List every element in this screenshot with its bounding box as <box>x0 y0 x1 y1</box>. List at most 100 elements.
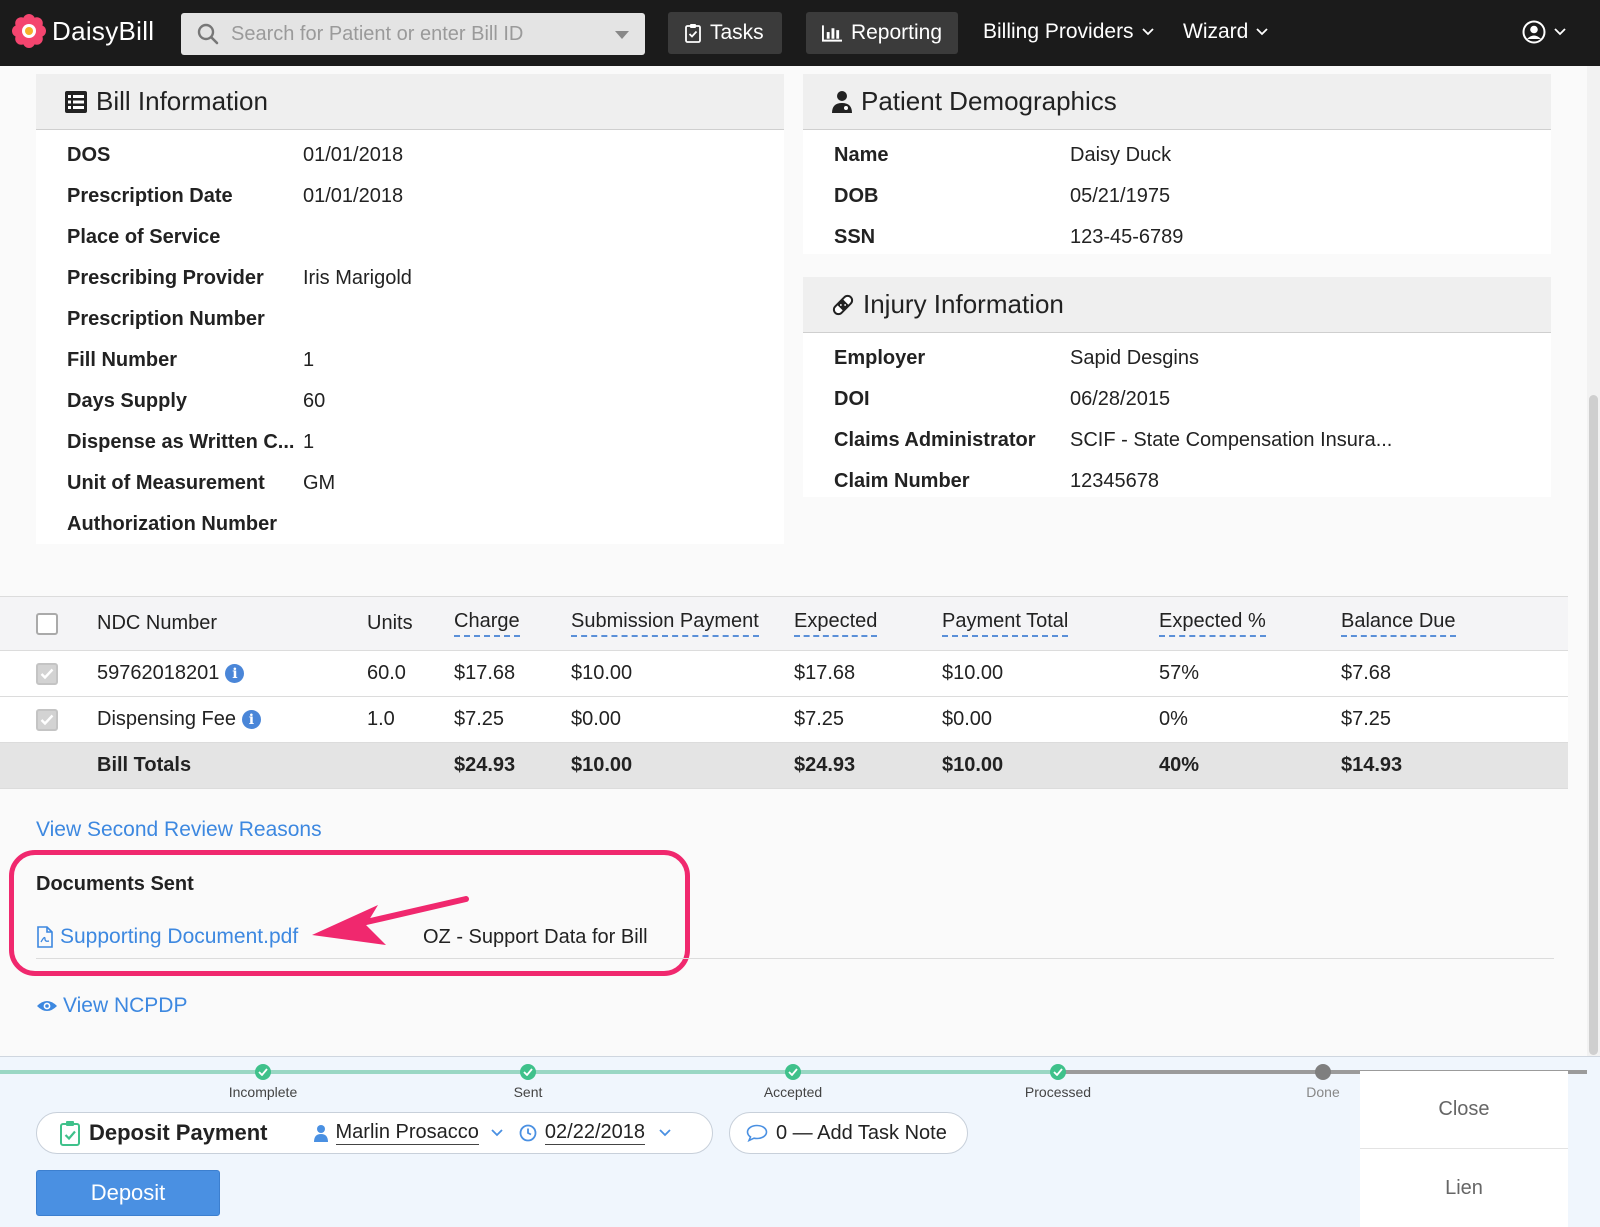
search-input[interactable] <box>231 22 601 46</box>
comment-icon <box>746 1124 768 1142</box>
reporting-button[interactable]: Reporting <box>806 12 958 54</box>
tasks-button[interactable]: Tasks <box>668 12 782 54</box>
panel-title: Patient Demographics <box>861 86 1117 116</box>
payment-total-cell: $10.00 <box>942 662 1004 684</box>
user-md-icon <box>832 90 852 113</box>
header-units[interactable]: Units <box>367 597 413 650</box>
panel-title: Bill Information <box>96 86 268 116</box>
header-payment-total[interactable]: Payment Total <box>942 597 1069 650</box>
units-cell: 1.0 <box>367 708 395 730</box>
bandage-icon <box>832 294 854 315</box>
view-ncpdp-link[interactable]: View NCPDP <box>36 994 187 1018</box>
info-row: Dispense as Written C... 1 <box>36 422 784 463</box>
check-circle-icon <box>520 1064 536 1080</box>
field-value: 123-45-6789 <box>1070 226 1184 248</box>
field-label: Prescription Number <box>67 308 265 330</box>
caret-down-icon[interactable] <box>615 31 629 39</box>
brand-logo[interactable]: DaisyBill <box>12 14 154 48</box>
info-row: Claims Administrator SCIF - State Compens… <box>803 420 1551 461</box>
daisy-flower-icon <box>12 14 46 48</box>
field-label: DOS <box>67 144 111 166</box>
info-row: Name Daisy Duck <box>803 135 1551 176</box>
documents-sent-heading: Documents Sent <box>36 873 194 895</box>
close-button[interactable]: Close <box>1360 1071 1568 1149</box>
document-link[interactable]: Supporting Document.pdf <box>36 925 298 949</box>
info-row: SSN 123-45-6789 <box>803 217 1551 258</box>
bill-information-panel: Bill Information DOS 01/01/2018 Prescript… <box>36 74 784 544</box>
panel-header: Bill Information <box>36 74 784 130</box>
search-box[interactable] <box>181 13 645 55</box>
total-balance: $14.93 <box>1341 754 1403 776</box>
step-label: Incomplete <box>228 1084 298 1100</box>
info-row: DOS 01/01/2018 <box>36 135 784 176</box>
wizard-menu[interactable]: Wizard <box>1183 20 1268 44</box>
lien-button[interactable]: Lien <box>1360 1149 1568 1227</box>
view-second-review-link[interactable]: View Second Review Reasons <box>36 818 322 842</box>
scrollbar-thumb[interactable] <box>1589 395 1598 1055</box>
expected-cell: $17.68 <box>794 662 856 684</box>
field-label: SSN <box>834 226 876 248</box>
totals-label: Bill Totals <box>97 754 192 776</box>
expected-cell: $7.25 <box>794 708 845 730</box>
task-summary: Deposit Payment Marlin Prosacco 02/22/20… <box>36 1112 713 1154</box>
field-label: DOI <box>834 388 870 410</box>
row-checkbox[interactable] <box>36 651 58 696</box>
payment-total-cell: $0.00 <box>942 708 993 730</box>
billing-providers-menu[interactable]: Billing Providers <box>983 20 1154 44</box>
assignee-dropdown[interactable]: Marlin Prosacco <box>313 1121 503 1145</box>
check-icon <box>40 714 54 725</box>
assignee-name: Marlin Prosacco <box>335 1121 479 1145</box>
header-submission-payment[interactable]: Submission Payment <box>571 597 759 650</box>
field-label: Days Supply <box>67 390 188 412</box>
info-row: Unit of Measurement GM <box>36 463 784 504</box>
step-label: Accepted <box>763 1084 823 1100</box>
field-label: DOB <box>834 185 879 207</box>
header-charge[interactable]: Charge <box>454 597 520 650</box>
divider <box>36 958 1554 959</box>
info-row: Place of Service <box>36 217 784 258</box>
step-accepted: Accepted <box>723 1057 863 1100</box>
check-circle-icon <box>255 1064 271 1080</box>
submission-cell: $10.00 <box>571 662 633 684</box>
info-row: DOB 05/21/1975 <box>803 176 1551 217</box>
field-value: Daisy Duck <box>1070 144 1172 166</box>
field-value: 01/01/2018 <box>303 144 404 166</box>
field-label: Name <box>834 144 889 166</box>
chevron-down-icon <box>491 1129 503 1137</box>
ndc-cell: Dispensing Fee i <box>97 697 261 742</box>
total-submission: $10.00 <box>571 754 633 776</box>
file-pdf-icon <box>37 926 53 948</box>
brand-name: DaisyBill <box>52 15 155 46</box>
info-row: Days Supply 60 <box>36 381 784 422</box>
deposit-button[interactable]: Deposit <box>36 1170 220 1216</box>
panel-title: Injury Information <box>863 289 1064 319</box>
header-expected-percent[interactable]: Expected % <box>1159 597 1266 650</box>
field-label: Prescribing Provider <box>67 267 264 289</box>
info-icon[interactable]: i <box>225 664 245 683</box>
select-all-checkbox[interactable] <box>36 597 58 650</box>
injury-information-panel: Injury Information Employer Sapid Desgins… <box>803 277 1551 497</box>
due-date-dropdown[interactable]: 02/22/2018 <box>519 1121 671 1145</box>
row-checkbox[interactable] <box>36 697 58 742</box>
clock-icon <box>519 1124 537 1142</box>
units-cell: 60.0 <box>367 662 406 684</box>
header-ndc[interactable]: NDC Number <box>97 597 217 650</box>
user-menu[interactable] <box>1522 20 1566 44</box>
field-label: Unit of Measurement <box>67 472 265 494</box>
field-value: GM <box>303 472 336 494</box>
header-expected[interactable]: Expected <box>794 597 878 650</box>
document-file-name: Supporting Document.pdf <box>60 925 299 948</box>
header-balance-due[interactable]: Balance Due <box>1341 597 1456 650</box>
info-row: DOI 06/28/2015 <box>803 379 1551 420</box>
balance-cell: $7.68 <box>1341 662 1392 684</box>
side-actions: Close Lien <box>1360 1071 1568 1227</box>
task-title: Deposit Payment <box>89 1120 268 1145</box>
table-row: Dispensing Fee i 1.0 $7.25 $0.00 $7.25 $0… <box>0 697 1568 743</box>
check-icon <box>40 668 54 679</box>
info-icon[interactable]: i <box>241 710 261 729</box>
add-task-note-button[interactable]: 0 — Add Task Note <box>729 1112 968 1154</box>
info-row: Claim Number 12345678 <box>803 461 1551 502</box>
panel-header: Injury Information <box>803 277 1551 333</box>
due-date: 02/22/2018 <box>544 1121 645 1145</box>
list-alt-icon <box>65 90 87 113</box>
